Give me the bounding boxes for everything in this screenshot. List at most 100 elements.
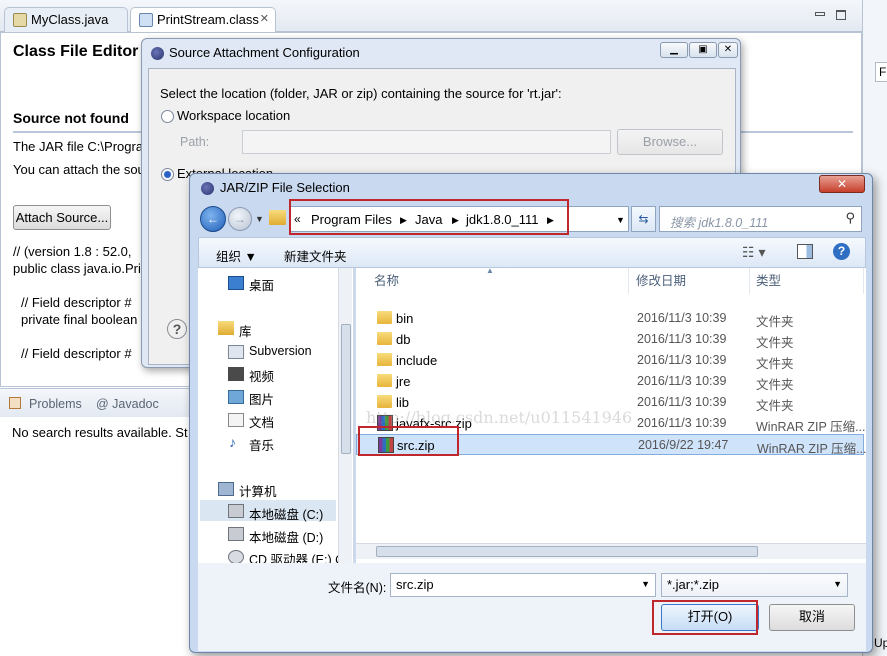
tab-javadoc[interactable]: @ Javadoc — [96, 397, 159, 411]
eclipse-logo-icon — [151, 47, 164, 60]
code-line: public class java.io.Pri — [13, 261, 141, 276]
jar-file-text: The JAR file C:\Progra — [13, 139, 144, 154]
external-radio[interactable] — [161, 168, 174, 181]
folder-icon — [377, 311, 392, 324]
source-not-found-heading: Source not found — [13, 110, 129, 126]
open-button-highlight — [652, 600, 758, 635]
back-arrow-icon[interactable]: ← — [200, 206, 226, 232]
file-name: bin — [396, 311, 414, 326]
filename-input[interactable]: src.zip ▼ — [390, 573, 656, 597]
folder-icon — [377, 353, 392, 366]
hscroll-thumb[interactable] — [376, 546, 758, 557]
disk-icon — [228, 504, 244, 518]
file-name: lib — [396, 395, 410, 410]
prompt-text: Select the location (folder, JAR or zip)… — [160, 86, 562, 101]
tab-myclass[interactable]: MyClass.java — [4, 7, 128, 32]
file-row[interactable]: jre 2016/11/3 10:39 文件夹 — [356, 371, 864, 392]
code-line: // (version 1.8 : 52.0, — [13, 244, 132, 259]
cd-drive-icon — [228, 550, 244, 564]
file-row[interactable]: db 2016/11/3 10:39 文件夹 — [356, 329, 864, 350]
file-date: 2016/11/3 10:39 — [637, 374, 727, 388]
organize-button[interactable]: 组织 ▼ — [216, 246, 257, 265]
refresh-icon[interactable]: ⇆ — [631, 206, 656, 232]
new-folder-button[interactable]: 新建文件夹 — [284, 246, 347, 265]
nav-disk-c[interactable]: 本地磁盘 (C:) — [249, 504, 323, 523]
dialog-title: JAR/ZIP File Selection — [220, 180, 350, 195]
search-icon[interactable]: ⚲ — [845, 210, 855, 226]
minimize-button[interactable]: ▁ — [660, 42, 688, 58]
history-dropdown-icon[interactable]: ▼ — [255, 214, 264, 224]
workspace-path-input[interactable] — [242, 130, 611, 154]
close-tab-icon[interactable]: ✕ — [260, 12, 269, 25]
help-icon[interactable]: ? — [167, 319, 187, 339]
library-icon — [218, 321, 234, 335]
file-hscrollbar[interactable] — [356, 543, 866, 559]
workspace-radio[interactable] — [161, 110, 174, 123]
nav-subversion[interactable]: Subversion — [249, 344, 312, 358]
file-type-dropdown-icon[interactable]: ▼ — [833, 579, 842, 589]
nav-disk-d[interactable]: 本地磁盘 (D:) — [249, 527, 323, 546]
command-toolbar: 组织 ▼ 新建文件夹 ☷ ▾ ? — [198, 237, 866, 268]
nav-music[interactable]: 音乐 — [249, 435, 274, 454]
file-type: 文件夹 — [756, 357, 794, 371]
file-type-value: *.jar;*.zip — [667, 577, 720, 592]
nav-cd-drive[interactable]: CD 驱动器 (E:) C — [249, 549, 344, 563]
pictures-icon — [228, 390, 244, 404]
dialog-footer: 文件名(N): src.zip ▼ *.jar;*.zip ▼ 打开(O) 取消 — [198, 563, 866, 651]
right-input[interactable]: F — [875, 62, 887, 82]
folder-icon — [377, 332, 392, 345]
tab-problems[interactable]: Problems — [29, 397, 82, 411]
documents-icon — [228, 413, 244, 427]
file-row[interactable]: include 2016/11/3 10:39 文件夹 — [356, 350, 864, 371]
file-type-select[interactable]: *.jar;*.zip ▼ — [661, 573, 848, 597]
close-button[interactable]: ✕ — [819, 175, 865, 193]
video-icon — [228, 367, 244, 381]
file-row[interactable]: bin 2016/11/3 10:39 文件夹 — [356, 308, 864, 329]
code-line: // Field descriptor # — [21, 295, 132, 310]
search-box[interactable]: 搜索 jdk1.8.0_111 ⚲ — [659, 206, 862, 232]
file-type: 文件夹 — [756, 378, 794, 392]
address-dropdown-icon[interactable]: ▼ — [616, 215, 625, 225]
search-input[interactable]: 搜索 jdk1.8.0_111 — [670, 212, 768, 231]
nav-pictures[interactable]: 图片 — [249, 389, 274, 408]
nav-desktop[interactable]: 桌面 — [249, 275, 274, 294]
file-list: 名称 修改日期 类型 ▲ bin 2016/11/3 10:39 文件夹 db 2016… — [356, 266, 867, 563]
maximize-button[interactable]: ▣ — [689, 42, 717, 58]
file-date: 2016/9/22 19:47 — [638, 438, 729, 452]
subversion-icon — [228, 345, 244, 359]
column-type[interactable]: 类型 — [751, 268, 864, 294]
code-line: private final boolean — [21, 312, 138, 327]
column-date[interactable]: 修改日期 — [630, 268, 750, 294]
tab-printstream[interactable]: PrintStream.class ✕ — [130, 7, 276, 32]
cancel-button[interactable]: 取消 — [769, 604, 855, 631]
path-label: Path: — [180, 135, 210, 149]
help-icon[interactable]: ? — [833, 243, 850, 260]
filename-dropdown-icon[interactable]: ▼ — [641, 579, 650, 589]
preview-pane-icon[interactable] — [797, 244, 813, 259]
nav-computer[interactable]: 计算机 — [239, 481, 277, 500]
computer-icon — [218, 482, 234, 496]
nav-library[interactable]: 库 — [239, 321, 252, 340]
file-date: 2016/11/3 10:39 — [637, 395, 727, 409]
view-options-icon[interactable]: ☷ ▾ — [742, 244, 765, 261]
nav-scroll-thumb[interactable] — [341, 324, 351, 454]
problems-icon — [9, 397, 21, 409]
nav-scrollbar[interactable] — [338, 268, 352, 563]
file-date: 2016/11/3 10:39 — [637, 353, 727, 367]
browse-button[interactable]: Browse... — [617, 129, 723, 155]
maximize-icon[interactable] — [836, 10, 846, 20]
close-icon: ✕ — [723, 44, 733, 55]
close-button[interactable]: ✕ — [718, 42, 738, 58]
minimize-icon[interactable] — [815, 12, 825, 16]
attach-source-button[interactable]: Attach Source... — [13, 205, 111, 230]
editor-tabbar: MyClass.java PrintStream.class ✕ — [0, 0, 862, 32]
file-row[interactable]: lib 2016/11/3 10:39 文件夹 — [356, 392, 864, 413]
forward-arrow-icon[interactable]: → — [228, 207, 252, 231]
code-line: // Field descriptor # — [21, 346, 132, 361]
disk-icon — [228, 527, 244, 541]
eclipse-logo-icon — [201, 182, 214, 195]
nav-documents[interactable]: 文档 — [249, 412, 274, 431]
file-date: 2016/11/3 10:39 — [637, 416, 727, 430]
nav-video[interactable]: 视频 — [249, 366, 274, 385]
java-file-icon — [13, 13, 27, 27]
